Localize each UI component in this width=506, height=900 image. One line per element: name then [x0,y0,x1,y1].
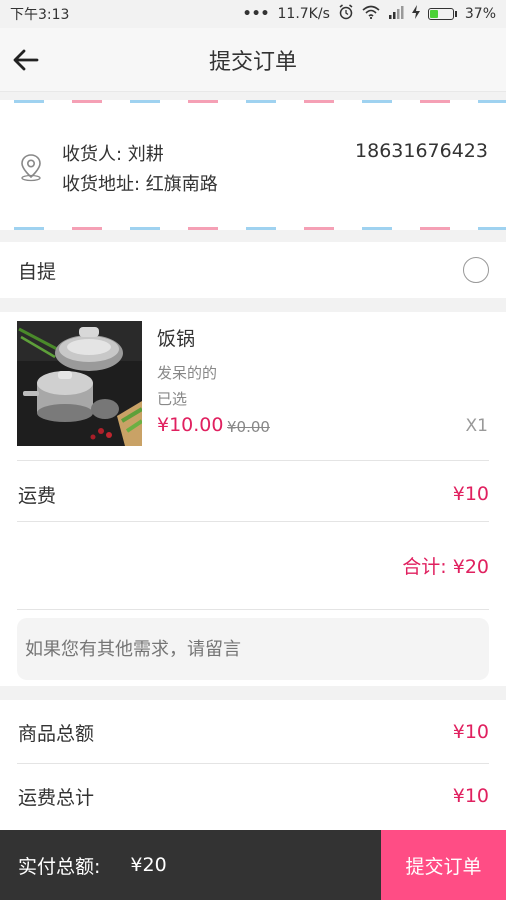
goods-total-label: 商品总额 [18,722,95,745]
shipping-label: 运费 [18,484,57,507]
recipient-phone: 18631676423 [355,140,488,162]
envelope-stripe-segment [362,100,392,103]
envelope-stripe-segment [188,100,218,103]
envelope-stripe-segment [130,227,160,230]
envelope-stripe-bottom [14,227,506,230]
status-time: 下午3:13 [10,7,70,23]
overflow-dots: ••• [242,6,270,22]
self-pickup-label: 自提 [18,260,57,283]
envelope-stripe-segment [304,100,334,103]
goods-total-row: 商品总额 ¥10 [0,702,506,762]
self-pickup-radio[interactable] [463,257,489,283]
address-label: 收货地址 [62,174,134,195]
shipping-total-value: ¥10 [452,785,489,807]
envelope-stripe-segment [420,100,450,103]
address-row: 收货地址: 红旗南路 [62,174,218,195]
product-image [17,321,142,446]
battery-percent: 37% [464,6,496,22]
envelope-stripe-segment [14,100,44,103]
envelope-stripe-segment [478,227,506,230]
envelope-stripe-segment [72,100,102,103]
app-header: 提交订单 [0,28,506,92]
product-status: 已选 [157,390,188,408]
message-input[interactable] [17,618,489,680]
location-pin-icon [16,152,46,182]
product-price: ¥10.00 [157,414,224,436]
divider [17,460,489,461]
product-quantity: X1 [465,416,488,436]
subtotal-label: 合计: [402,556,447,578]
subtotal: 合计: ¥20 [402,552,489,579]
envelope-stripe-segment [478,100,506,103]
shipping-total-label: 运费总计 [18,786,95,809]
goods-section: 饭锅 发呆的的 已选 ¥10.00 ¥0.00 X1 运费 ¥10 合计: ¥2… [0,312,506,686]
envelope-stripe-top [14,100,506,103]
address-card[interactable]: 收货人: 刘耕 18631676423 收货地址: 红旗南路 [0,100,506,230]
charging-icon [411,5,420,23]
envelope-stripe-segment [130,100,160,103]
page-title: 提交订单 [208,49,297,75]
recipient-label: 收货人 [62,144,116,165]
product-name: 饭锅 [157,328,196,350]
envelope-stripe-segment [246,227,276,230]
paid-total: 实付总额: ¥20 [0,830,381,900]
envelope-stripe-segment [362,227,392,230]
wifi-icon [362,5,380,23]
alarm-icon [338,4,354,24]
shipping-total-row: 运费总计 ¥10 [0,766,506,826]
product-item[interactable]: 饭锅 发呆的的 已选 ¥10.00 ¥0.00 X1 [0,312,506,460]
envelope-stripe-segment [72,227,102,230]
battery-icon [427,8,457,20]
product-spec: 发呆的的 [157,364,218,382]
divider [17,609,489,610]
network-speed: 11.7K/s [277,6,330,22]
product-original-price: ¥0.00 [227,418,270,436]
paid-total-label: 实付总额: [18,855,101,878]
signal-icon [388,5,404,23]
divider [17,521,489,522]
goods-total-value: ¥10 [452,721,489,743]
self-pickup-row[interactable]: 自提 [0,242,506,298]
envelope-stripe-segment [14,227,44,230]
submit-order-button[interactable]: 提交订单 [381,830,506,900]
bottom-bar: 实付总额: ¥20 提交订单 [0,830,506,900]
shipping-value: ¥10 [452,483,489,505]
envelope-stripe-segment [304,227,334,230]
status-bar: 下午3:13 ••• 11.7K/s 37% [0,0,506,28]
envelope-stripe-segment [420,227,450,230]
back-arrow-icon[interactable] [12,46,40,74]
recipient-name: 刘耕 [127,144,164,165]
address-value: 红旗南路 [145,174,218,195]
subtotal-value: ¥20 [452,556,489,578]
shipping-row: 运费 ¥10 [0,464,506,524]
paid-total-value: ¥20 [130,854,167,876]
status-indicators: ••• 11.7K/s 37% [243,4,496,24]
recipient-row: 收货人: 刘耕 [62,144,164,165]
envelope-stripe-segment [246,100,276,103]
divider [17,763,489,764]
envelope-stripe-segment [188,227,218,230]
